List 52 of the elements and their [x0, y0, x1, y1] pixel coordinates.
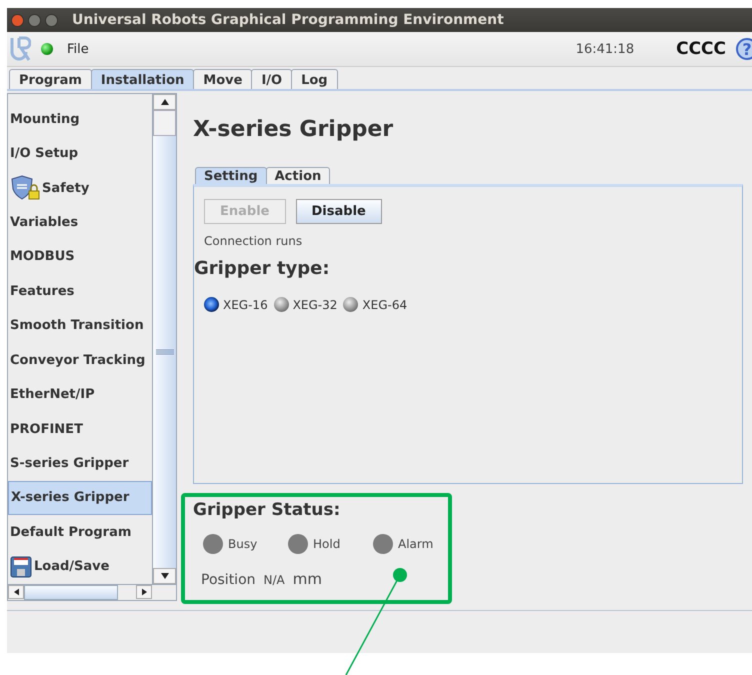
sidebar-item[interactable]: Safety: [8, 170, 152, 206]
main-tab[interactable]: Program: [9, 69, 92, 89]
sidebar-item[interactable]: MODBUS: [8, 240, 152, 274]
panel-tab[interactable]: Setting: [195, 167, 267, 184]
robot-name: CCCC: [676, 39, 726, 59]
sidebar-item[interactable]: Variables: [8, 205, 152, 240]
position-value: N/A: [264, 573, 285, 587]
gripper-type-radio[interactable]: XEG-16: [204, 297, 268, 312]
sidebar-item[interactable]: Load/Save: [8, 550, 152, 584]
sidebar-item[interactable]: Features: [8, 274, 152, 309]
position-label: Position: [201, 572, 256, 588]
position-unit: mm: [292, 570, 322, 588]
up-arrow-icon: [160, 99, 168, 105]
status-label: Alarm: [398, 537, 434, 551]
sidebar-item[interactable]: S-series Gripper: [8, 446, 152, 481]
sidebar-item[interactable]: X-series Gripper: [8, 480, 152, 516]
disable-button[interactable]: Disable: [296, 199, 382, 224]
panel-tab[interactable]: Action: [266, 167, 330, 184]
status-label: Hold: [313, 537, 340, 551]
grip-icon: [153, 349, 177, 355]
sidebar-item[interactable]: Default Program: [8, 515, 152, 550]
sidebar-item[interactable]: I/O Setup: [8, 136, 152, 171]
down-arrow-icon: [160, 573, 168, 579]
main-tab[interactable]: Installation: [90, 69, 194, 89]
maximize-button[interactable]: [45, 14, 58, 26]
right-arrow-icon: [142, 588, 146, 596]
file-menu[interactable]: File: [67, 42, 89, 56]
sidebar-item[interactable]: EtherNet/IP: [8, 377, 152, 412]
sidebar-item[interactable]: PROFINET: [8, 412, 152, 446]
close-button[interactable]: [11, 14, 24, 26]
status-label: Busy: [228, 537, 258, 551]
connection-status: Connection runs: [204, 234, 304, 248]
horizontal-scrollbar[interactable]: [8, 584, 176, 600]
left-arrow-icon: [14, 588, 18, 596]
vertical-scrollbar[interactable]: [152, 94, 176, 584]
status-led-icon: [41, 43, 53, 55]
section-heading: Gripper Status:: [193, 500, 342, 520]
minimize-button[interactable]: [28, 14, 41, 26]
sidebar-item[interactable]: Smooth Transition: [8, 308, 152, 343]
sidebar-item[interactable]: Mounting: [8, 102, 152, 136]
shield-lock-icon: [10, 175, 40, 202]
gripper-type-radio[interactable]: XEG-64: [343, 297, 408, 312]
scroll-thumb[interactable]: [153, 110, 176, 136]
gripper-type-radio[interactable]: XEG-32: [274, 297, 338, 312]
help-button[interactable]: ?: [736, 38, 752, 60]
sidebar-item[interactable]: Conveyor Tracking: [8, 342, 152, 378]
main-tab[interactable]: Log: [291, 69, 338, 89]
clock: 16:41:18: [576, 42, 634, 56]
section-heading: Gripper type:: [194, 258, 331, 279]
page-title: X-series Gripper: [193, 117, 394, 144]
logo-icon: [9, 36, 31, 62]
window-title: Universal Robots Graphical Programming Environment: [72, 12, 504, 28]
